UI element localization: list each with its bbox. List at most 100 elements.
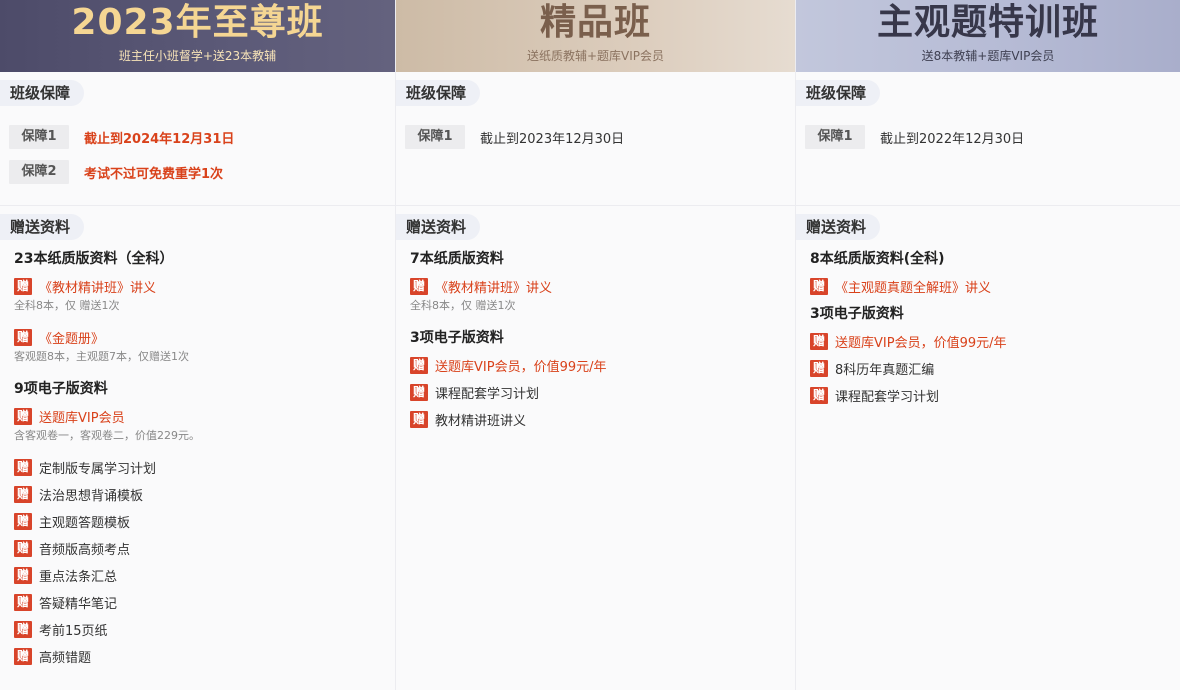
gift-badge-icon: 赠 [810,278,828,295]
gift-badge-icon: 赠 [14,540,32,557]
guarantee-section: 班级保障 保障1 截止到2022年12月30日 [796,72,1180,206]
section-label: 班级保障 [796,80,881,106]
gift-badge-icon: 赠 [14,459,32,476]
gift-badge-icon: 赠 [810,360,828,377]
column-header[interactable]: 2023年至尊班 班主任小班督学+送23本教辅 [0,0,395,72]
gift-badge-icon: 赠 [14,513,32,530]
gift-item: 赠 《教材精讲班》讲义 [410,277,795,296]
gift-item-label: 教材精讲班讲义 [435,414,527,429]
gift-item-label[interactable]: 《教材精讲班》讲义 [435,277,552,296]
guarantee-tag: 保障1 [405,125,465,149]
gift-item-note: 含客观卷一，客观卷二，价值229元。 [14,429,200,442]
gift-group-heading: 23本纸质版资料（全科） [14,251,174,267]
gift-item-label[interactable]: 送题库VIP会员 [39,407,125,426]
gift-item: 赠 主观题答题模板 [14,513,395,531]
gift-item-label: 8科历年真题汇编 [835,363,935,378]
gift-section: 赠送资料 8本纸质版资料(全科) 赠 《主观题真题全解班》讲义 3项电子版资料 … [796,206,1180,405]
gift-item: 赠 重点法条汇总 [14,567,395,585]
column-title: 精品班 [539,2,651,43]
section-label: 赠送资料 [0,214,85,240]
gift-group-heading: 8本纸质版资料(全科) [810,251,945,267]
gift-group-heading: 3项电子版资料 [810,306,904,322]
guarantee-tag: 保障2 [9,160,69,184]
column-title: 2023年至尊班 [71,2,324,43]
guarantee-text: 截止到2024年12月31日 [84,131,235,147]
gift-item-note: 全科8本，仅 赠送1次 [410,299,516,312]
gift-item: 赠 高频错题 [14,648,395,666]
gift-badge-icon: 赠 [810,333,828,350]
gift-badge-icon: 赠 [14,567,32,584]
guarantee-row: 保障1 截止到2022年12月30日 [805,124,1180,150]
section-label: 赠送资料 [396,214,481,240]
gift-section: 赠送资料 7本纸质版资料 赠 《教材精讲班》讲义 全科8本，仅 赠送1次 3项电… [396,206,795,429]
gift-item: 赠 音频版高频考点 [14,540,395,558]
gift-item-note: 客观题8本，主观题7本，仅赠送1次 [14,350,189,363]
class-comparison-grid: 2023年至尊班 班主任小班督学+送23本教辅 班级保障 保障1 截止到2024… [0,0,1180,690]
guarantee-row: 保障2 考试不过可免费重学1次 [9,159,395,185]
gift-item: 赠 《主观题真题全解班》讲义 [810,277,1180,296]
gift-item-label: 答疑精华笔记 [39,597,118,612]
guarantee-text: 考试不过可免费重学1次 [84,166,224,182]
gift-badge-icon: 赠 [810,387,828,404]
gift-item: 赠 考前15页纸 [14,621,395,639]
gift-item: 赠 送题库VIP会员，价值99元/年 [410,356,795,375]
gift-item-label: 课程配套学习计划 [435,387,540,402]
gift-item: 赠 定制版专属学习计划 [14,459,395,477]
gift-item-label: 音频版高频考点 [39,543,131,558]
gift-badge-icon: 赠 [410,357,428,374]
gift-item: 赠 课程配套学习计划 [810,387,1180,405]
gift-item: 赠 教材精讲班讲义 [410,411,795,429]
section-label: 班级保障 [396,80,481,106]
gift-badge-icon: 赠 [14,329,32,346]
gift-item-label: 考前15页纸 [39,624,108,639]
guarantee-row: 保障1 截止到2023年12月30日 [405,124,795,150]
gift-item-label: 主观题答题模板 [39,516,131,531]
column-header[interactable]: 主观题特训班 送8本教辅+题库VIP会员 [796,0,1180,72]
gift-item: 赠 课程配套学习计划 [410,384,795,402]
guarantee-tag: 保障1 [805,125,865,149]
guarantee-text: 截止到2023年12月30日 [480,131,625,147]
gift-item-label[interactable]: 《主观题真题全解班》讲义 [835,277,991,296]
column-title: 主观题特训班 [876,2,1099,43]
column-subtitle: 班主任小班督学+送23本教辅 [118,49,277,63]
gift-item: 赠 送题库VIP会员 [14,407,395,426]
gift-item-label: 高频错题 [39,651,92,666]
gift-badge-icon: 赠 [410,411,428,428]
section-label: 赠送资料 [796,214,881,240]
gift-item-label: 定制版专属学习计划 [39,462,157,477]
column-subtitle: 送8本教辅+题库VIP会员 [921,49,1055,63]
gift-badge-icon: 赠 [14,278,32,295]
gift-badge-icon: 赠 [14,408,32,425]
gift-item-label: 重点法条汇总 [39,570,118,585]
gift-badge-icon: 赠 [410,278,428,295]
column-jingpin: 精品班 送纸质教辅+题库VIP会员 班级保障 保障1 截止到2023年12月30… [396,0,796,690]
gift-item: 赠 答疑精华笔记 [14,594,395,612]
gift-item: 赠 《教材精讲班》讲义 [14,277,395,296]
column-subtitle: 送纸质教辅+题库VIP会员 [526,49,665,63]
column-zhuguanti: 主观题特训班 送8本教辅+题库VIP会员 班级保障 保障1 截止到2022年12… [796,0,1180,690]
gift-item-note: 全科8本，仅 赠送1次 [14,299,120,312]
guarantee-section: 班级保障 保障1 截止到2024年12月31日 保障2 考试不过可免费重学1次 [0,72,395,206]
gift-badge-icon: 赠 [14,648,32,665]
guarantee-tag: 保障1 [9,125,69,149]
gift-item-label: 课程配套学习计划 [835,390,940,405]
gift-group-heading: 7本纸质版资料 [410,251,504,267]
gift-group-heading: 9项电子版资料 [14,381,108,397]
gift-item: 赠 《金题册》 [14,328,395,347]
gift-item-label[interactable]: 送题库VIP会员，价值99元/年 [835,332,1007,351]
gift-badge-icon: 赠 [14,594,32,611]
guarantee-text: 截止到2022年12月30日 [880,131,1025,147]
gift-badge-icon: 赠 [14,621,32,638]
column-zhizun: 2023年至尊班 班主任小班督学+送23本教辅 班级保障 保障1 截止到2024… [0,0,396,690]
gift-item-label: 法治思想背诵模板 [39,489,144,504]
gift-item-label[interactable]: 送题库VIP会员，价值99元/年 [435,356,607,375]
gift-item-label[interactable]: 《教材精讲班》讲义 [39,277,156,296]
section-label: 班级保障 [0,80,85,106]
gift-badge-icon: 赠 [410,384,428,401]
guarantee-row: 保障1 截止到2024年12月31日 [9,124,395,150]
gift-item: 赠 送题库VIP会员，价值99元/年 [810,332,1180,351]
gift-item: 赠 8科历年真题汇编 [810,360,1180,378]
gift-item-label[interactable]: 《金题册》 [39,328,104,347]
gift-item: 赠 法治思想背诵模板 [14,486,395,504]
column-header[interactable]: 精品班 送纸质教辅+题库VIP会员 [396,0,795,72]
